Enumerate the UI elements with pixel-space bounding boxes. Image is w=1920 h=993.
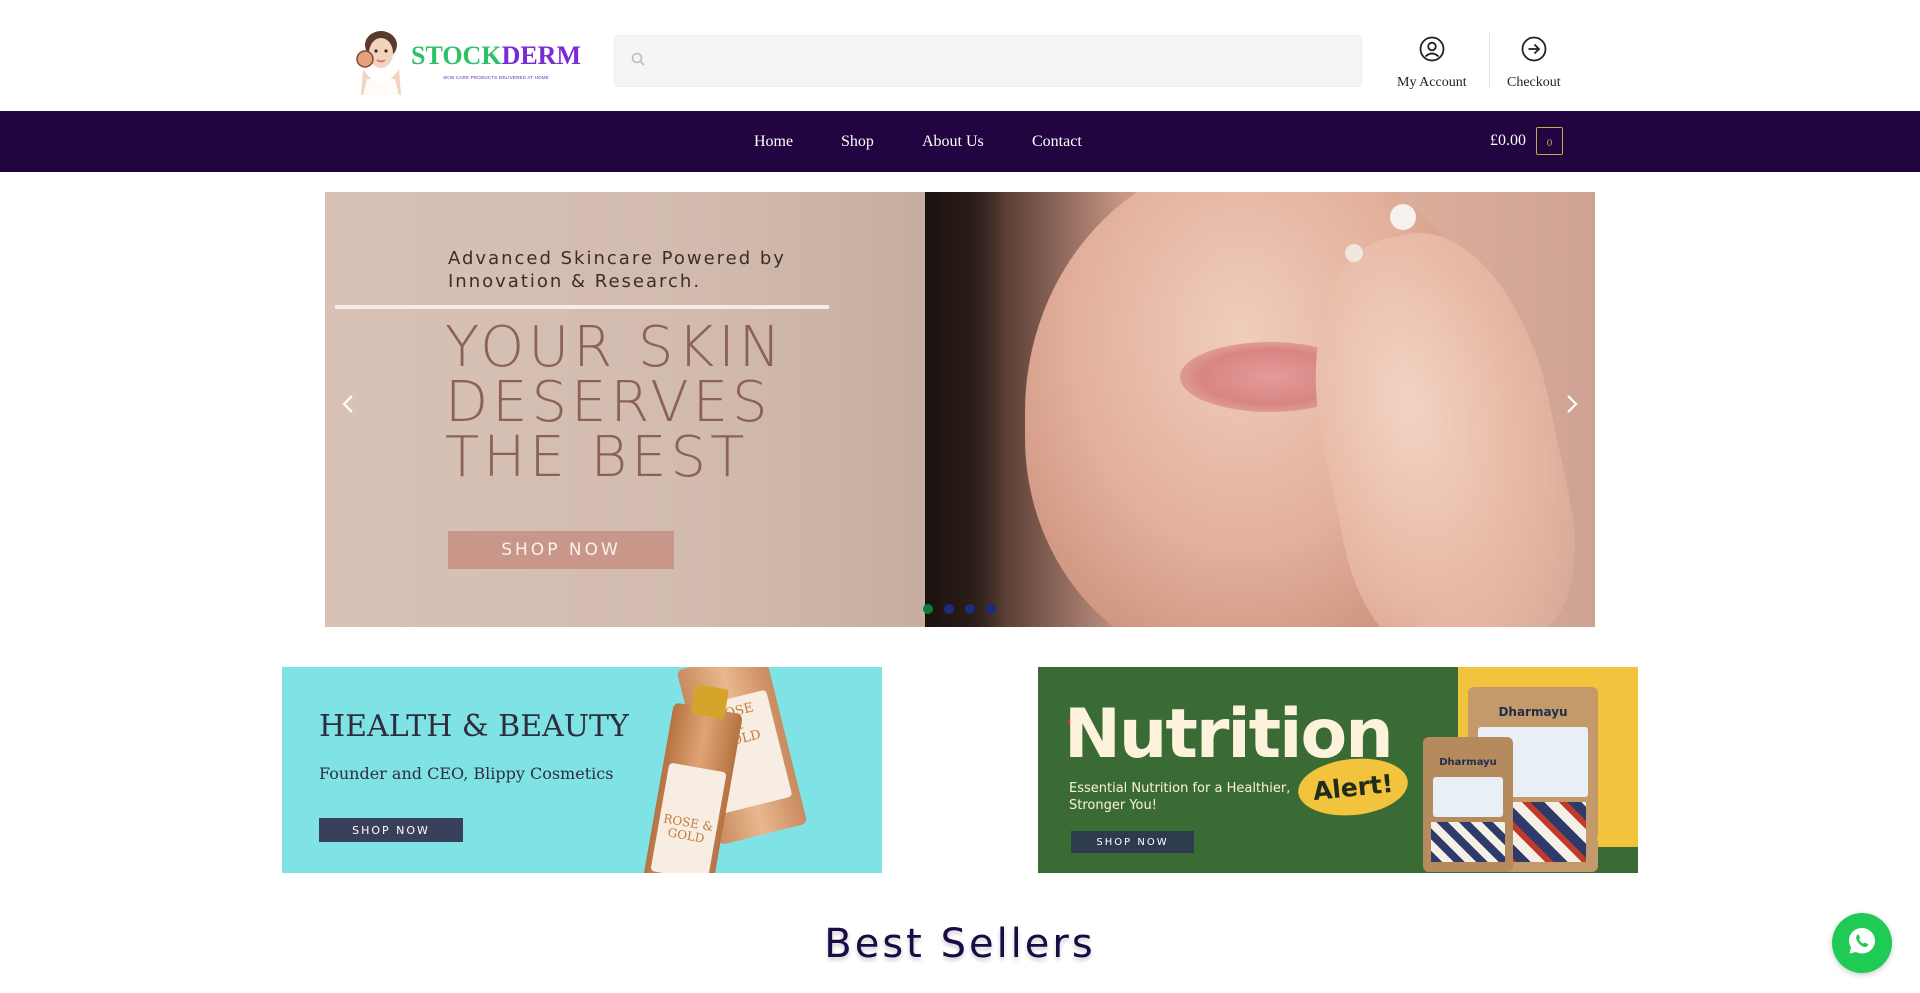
slider-prev-chevron-left-icon[interactable] bbox=[337, 392, 361, 416]
hero-shop-now-button[interactable]: SHOP NOW bbox=[448, 531, 674, 569]
logo-tagline: SKIN CARE PRODUCTS DELIVERED AT HOME bbox=[443, 74, 549, 80]
hero-slider[interactable]: Advanced Skincare Powered by Innovation … bbox=[325, 192, 1595, 627]
my-account-link[interactable]: My Account bbox=[1397, 36, 1467, 91]
arrow-right-circle-icon bbox=[1521, 36, 1547, 67]
mini-cart[interactable]: £0.00 0 bbox=[1490, 127, 1563, 155]
best-sellers-heading: Best Sellers bbox=[824, 921, 1096, 967]
slider-dot-2[interactable] bbox=[944, 604, 954, 614]
slider-dot-4[interactable] bbox=[986, 604, 996, 614]
promo-shop-now-button[interactable]: SHOP NOW bbox=[319, 818, 463, 842]
checkout-link[interactable]: Checkout bbox=[1507, 36, 1561, 91]
nav-item-contact[interactable]: Contact bbox=[1032, 111, 1082, 172]
slider-dot-1[interactable] bbox=[923, 604, 933, 614]
search-bar bbox=[614, 35, 1362, 87]
hero-subtitle: Advanced Skincare Powered by Innovation … bbox=[448, 248, 786, 292]
whatsapp-icon bbox=[1845, 924, 1879, 963]
nav-item-home[interactable]: Home bbox=[754, 111, 793, 172]
header-divider bbox=[1489, 33, 1490, 88]
hero-divider bbox=[335, 305, 829, 309]
site-logo[interactable]: STOCKDERM SKIN CARE PRODUCTS DELIVERED A… bbox=[355, 26, 581, 96]
search-input[interactable] bbox=[655, 36, 1361, 86]
promo-shop-now-button[interactable]: SHOP NOW bbox=[1071, 831, 1194, 853]
product-spray-bottle-image: ROSE & GOLD bbox=[641, 683, 743, 873]
whatsapp-chat-button[interactable] bbox=[1832, 913, 1892, 973]
slider-next-chevron-right-icon[interactable] bbox=[1559, 392, 1583, 416]
search-icon bbox=[631, 52, 645, 71]
nav-item-about-us[interactable]: About Us bbox=[922, 111, 984, 172]
user-icon bbox=[1419, 36, 1445, 67]
checkout-label: Checkout bbox=[1507, 75, 1561, 90]
promo-banner-health-beauty[interactable]: HEALTH & BEAUTY Founder and CEO, Blippy … bbox=[282, 667, 882, 873]
logo-face-icon bbox=[355, 27, 405, 95]
cart-count-badge: 0 bbox=[1536, 127, 1563, 155]
nav-item-shop[interactable]: Shop bbox=[841, 111, 874, 172]
site-header: STOCKDERM SKIN CARE PRODUCTS DELIVERED A… bbox=[0, 0, 1920, 110]
product-pouch-small-image: Dharmayu bbox=[1423, 737, 1513, 872]
logo-wordmark: STOCKDERM bbox=[411, 40, 581, 70]
cart-total: £0.00 bbox=[1490, 132, 1526, 149]
promo-subtitle: Essential Nutrition for a Healthier, Str… bbox=[1069, 781, 1291, 813]
main-navigation: Home Shop About Us Contact £0.00 0 bbox=[0, 111, 1920, 172]
promo-subtitle: Founder and CEO, Blippy Cosmetics bbox=[319, 764, 614, 783]
promo-title: HEALTH & BEAUTY bbox=[319, 709, 629, 744]
my-account-label: My Account bbox=[1397, 75, 1467, 90]
hero-title: YOUR SKIN DESERVES THE BEST bbox=[445, 315, 785, 490]
slider-pagination bbox=[923, 604, 996, 614]
slider-dot-3[interactable] bbox=[965, 604, 975, 614]
promo-banner-nutrition[interactable]: Nutrition Alert! Essential Nutrition for… bbox=[1038, 667, 1638, 873]
